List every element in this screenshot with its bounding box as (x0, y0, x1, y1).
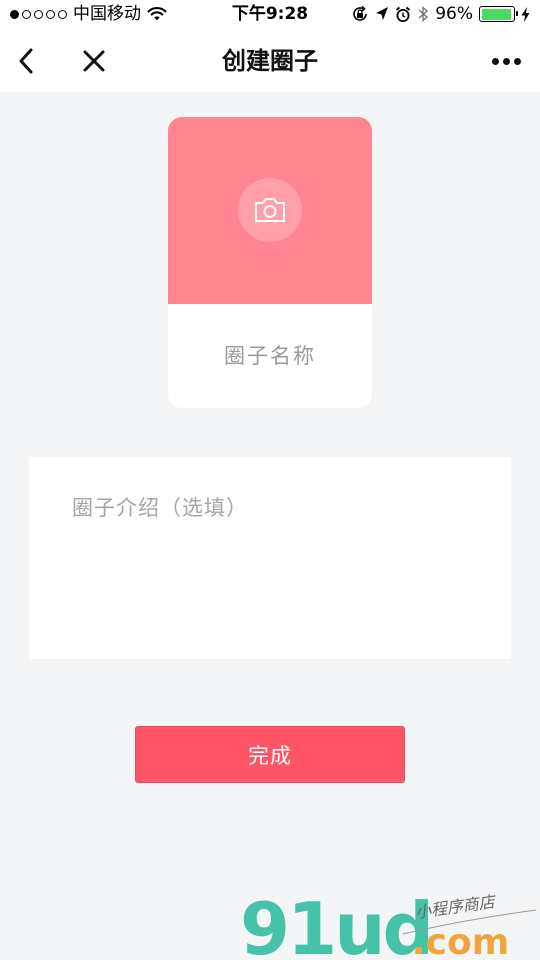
more-icon (491, 57, 499, 65)
intro-box (29, 457, 511, 659)
battery-fill (481, 8, 512, 20)
watermark-domain: .com (412, 922, 509, 960)
battery-percent: 96% (435, 4, 473, 24)
camera-button[interactable] (238, 178, 302, 242)
page-title: 创建圈子 (222, 47, 318, 75)
watermark-logo: 91ud .com 小程序商店 (240, 888, 537, 960)
watermark-brand: 91ud (240, 888, 431, 960)
bluetooth-icon (418, 5, 429, 23)
circle-card (168, 117, 372, 408)
location-icon (376, 7, 389, 20)
cover-upload[interactable] (168, 117, 372, 304)
status-right: 96% (351, 4, 530, 24)
circle-name-input[interactable] (168, 304, 372, 408)
more-icon (513, 57, 521, 65)
camera-icon (255, 198, 285, 222)
charging-icon (521, 6, 530, 22)
screen: 中国移动 下午9:28 96% 创建圈子 圈子名称 圈子介绍（选填） 完成 91… (0, 0, 540, 960)
nav-bar: 创建圈子 (0, 30, 540, 92)
more-button[interactable] (486, 40, 526, 82)
more-icon (502, 57, 510, 65)
circle-intro-input[interactable] (72, 493, 492, 643)
battery-icon (479, 6, 518, 22)
done-button[interactable]: 完成 (135, 726, 405, 783)
status-bar: 中国移动 下午9:28 96% (0, 0, 540, 30)
alarm-icon (396, 6, 411, 22)
rotation-lock-icon (353, 5, 368, 21)
